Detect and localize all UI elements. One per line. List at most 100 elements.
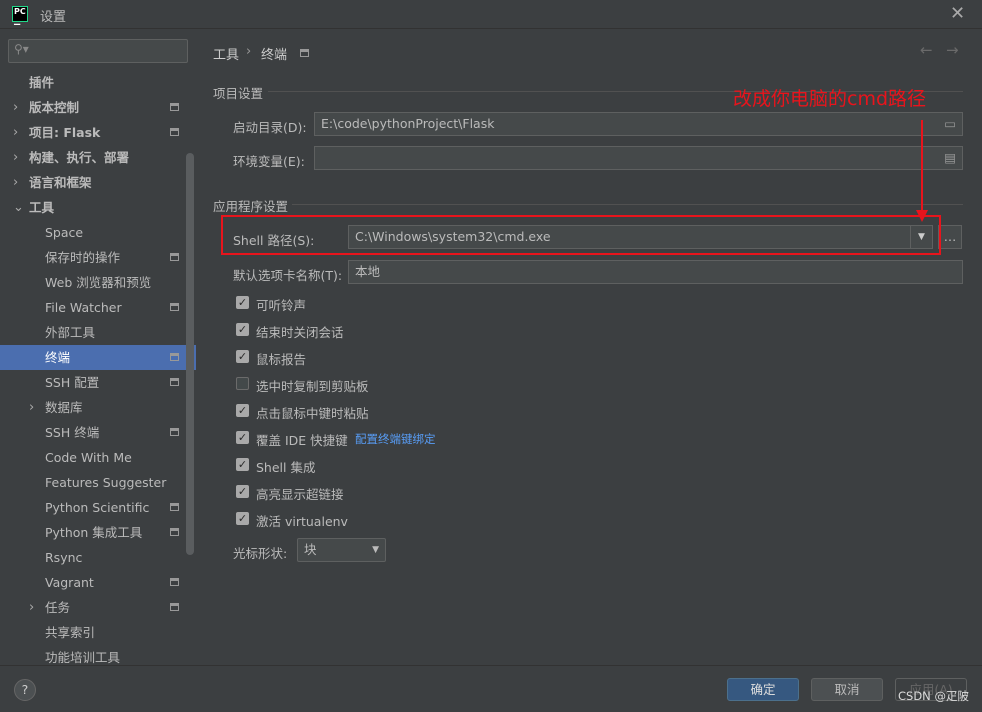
ok-button[interactable]: 确定 — [727, 678, 799, 701]
checkbox[interactable]: ✓ — [236, 431, 249, 444]
sidebar-item[interactable]: SSH 配置 — [0, 370, 196, 395]
sidebar-item[interactable]: ⌄ 工具 — [0, 195, 196, 220]
project-scope-icon — [170, 303, 179, 311]
sidebar-item[interactable]: File Watcher — [0, 295, 196, 320]
sidebar-item[interactable]: › 构建、执行、部署 — [0, 145, 196, 170]
project-scope-icon — [170, 353, 179, 361]
list-icon[interactable]: ▤ — [944, 147, 956, 169]
sidebar-item-label: SSH 配置 — [45, 375, 100, 390]
chevron-right-icon[interactable]: › — [29, 395, 34, 420]
sidebar-item[interactable]: › 语言和框架 — [0, 170, 196, 195]
sidebar-item[interactable]: Rsync — [0, 545, 196, 570]
forward-arrow-icon[interactable]: → — [946, 41, 959, 59]
project-scope-icon — [170, 428, 179, 436]
checkbox-label[interactable]: 点击鼠标中键时粘贴 — [256, 403, 369, 422]
cursor-shape-label: 光标形状: — [233, 546, 288, 561]
checkbox[interactable]: ✓ — [236, 404, 249, 417]
chevron-down-icon[interactable]: ⌄ — [13, 195, 24, 220]
sidebar-item-label: Python 集成工具 — [45, 525, 143, 540]
project-scope-icon — [170, 578, 179, 586]
project-scope-icon — [170, 378, 179, 386]
footer: ? 确定 取消 应用(A) CSDN @疋陂 — [0, 665, 982, 712]
breadcrumb-parent[interactable]: 工具 — [213, 44, 239, 63]
main-panel: 工具 › 终端 ← → 项目设置 启动目录(D): E:\code\python… — [196, 30, 982, 665]
project-scope-icon — [300, 49, 309, 57]
search-input[interactable]: ⚲▾ — [8, 39, 188, 63]
section-app-settings: 应用程序设置 — [213, 199, 289, 214]
sidebar-scrollbar[interactable] — [186, 153, 194, 555]
back-arrow-icon[interactable]: ← — [920, 41, 933, 59]
sidebar-item-label: 语言和框架 — [29, 175, 92, 190]
checkbox[interactable]: ✓ — [236, 485, 249, 498]
sidebar-item-label: Features Suggester — [45, 475, 167, 490]
chevron-right-icon[interactable]: › — [13, 145, 18, 170]
chevron-right-icon[interactable]: › — [13, 95, 18, 120]
sidebar-item-label: Space — [45, 225, 84, 240]
sidebar-item-label: Python Scientific — [45, 500, 150, 515]
chevron-right-icon[interactable]: › — [29, 595, 34, 620]
checkbox[interactable]: ✓ — [236, 512, 249, 525]
sidebar-item-label: 任务 — [45, 600, 71, 615]
project-scope-icon — [170, 503, 179, 511]
sidebar-item[interactable]: › 项目: Flask — [0, 120, 196, 145]
annotation-highlight-box — [221, 215, 941, 255]
sidebar-item[interactable]: Vagrant — [0, 570, 196, 595]
title-bar: PC ▁ 设置 ✕ — [0, 0, 982, 29]
checkbox-label[interactable]: 鼠标报告 — [256, 349, 306, 368]
tab-name-input[interactable]: 本地 — [348, 260, 963, 284]
sidebar-item[interactable]: 保存时的操作 — [0, 245, 196, 270]
sidebar-item[interactable]: Web 浏览器和预览 — [0, 270, 196, 295]
cancel-button[interactable]: 取消 — [811, 678, 883, 701]
checkbox-label[interactable]: 可听铃声 — [256, 295, 306, 314]
browse-button[interactable]: … — [938, 225, 962, 249]
checkbox-label[interactable]: 覆盖 IDE 快捷键 — [256, 430, 348, 449]
sidebar-item[interactable]: Features Suggester — [0, 470, 196, 495]
chevron-right-icon[interactable]: › — [13, 170, 18, 195]
checkbox-label[interactable]: 激活 virtualenv — [256, 511, 348, 530]
checkbox-label[interactable]: 高亮显示超链接 — [256, 484, 344, 503]
configure-keybindings-link[interactable]: 配置终端键绑定 — [355, 431, 436, 447]
sidebar-item[interactable]: Space — [0, 220, 196, 245]
breadcrumb-current: 终端 — [261, 48, 288, 63]
window-title: 设置 — [40, 10, 67, 25]
folder-icon[interactable]: ▭ — [944, 113, 956, 135]
cursor-shape-select[interactable]: 块 ▼ — [297, 538, 386, 562]
sidebar-item-label: Vagrant — [45, 575, 94, 590]
sidebar-item[interactable]: › 任务 — [0, 595, 196, 620]
start-dir-label: 启动目录(D): — [233, 120, 307, 135]
sidebar-item[interactable]: SSH 终端 — [0, 420, 196, 445]
sidebar-item[interactable]: Python 集成工具 — [0, 520, 196, 545]
checkbox[interactable]: ✓ — [236, 296, 249, 309]
sidebar-item[interactable]: 插件 — [0, 70, 196, 95]
sidebar-item[interactable]: › 数据库 — [0, 395, 196, 420]
checkbox-label[interactable]: Shell 集成 — [256, 457, 315, 476]
sidebar-item[interactable]: 终端 — [0, 345, 196, 370]
env-vars-input[interactable]: ▤ — [314, 146, 963, 170]
project-scope-icon — [170, 603, 179, 611]
pycharm-logo-icon: PC ▁ — [12, 6, 28, 25]
checkbox[interactable]: ✓ — [236, 323, 249, 336]
sidebar-item-label: 终端 — [45, 350, 71, 365]
sidebar-item[interactable]: › 版本控制 — [0, 95, 196, 120]
sidebar-item[interactable]: Python Scientific — [0, 495, 196, 520]
section-project-settings: 项目设置 — [213, 86, 264, 101]
sidebar-item[interactable]: 共享索引 — [0, 620, 196, 645]
checkbox[interactable]: ✓ — [236, 458, 249, 471]
annotation-arrowhead — [916, 210, 928, 222]
sidebar-item-label: Web 浏览器和预览 — [45, 275, 152, 290]
close-icon[interactable]: ✕ — [950, 3, 965, 24]
checkbox-label[interactable]: 结束时关闭会话 — [256, 322, 344, 341]
help-button[interactable]: ? — [14, 679, 36, 701]
sidebar-item-label: Code With Me — [45, 450, 132, 465]
sidebar-item-label: 项目: Flask — [29, 125, 101, 140]
sidebar-item[interactable]: Code With Me — [0, 445, 196, 470]
checkbox-label[interactable]: 选中时复制到剪贴板 — [256, 376, 369, 395]
checkbox[interactable] — [236, 377, 249, 390]
sidebar-item[interactable]: 外部工具 — [0, 320, 196, 345]
sidebar-item-label: 保存时的操作 — [45, 250, 121, 265]
chevron-right-icon[interactable]: › — [13, 120, 18, 145]
checkbox[interactable]: ✓ — [236, 350, 249, 363]
start-dir-input[interactable]: E:\code\pythonProject\Flask ▭ — [314, 112, 963, 136]
sidebar-item-label: Rsync — [45, 550, 83, 565]
project-scope-icon — [170, 253, 179, 261]
